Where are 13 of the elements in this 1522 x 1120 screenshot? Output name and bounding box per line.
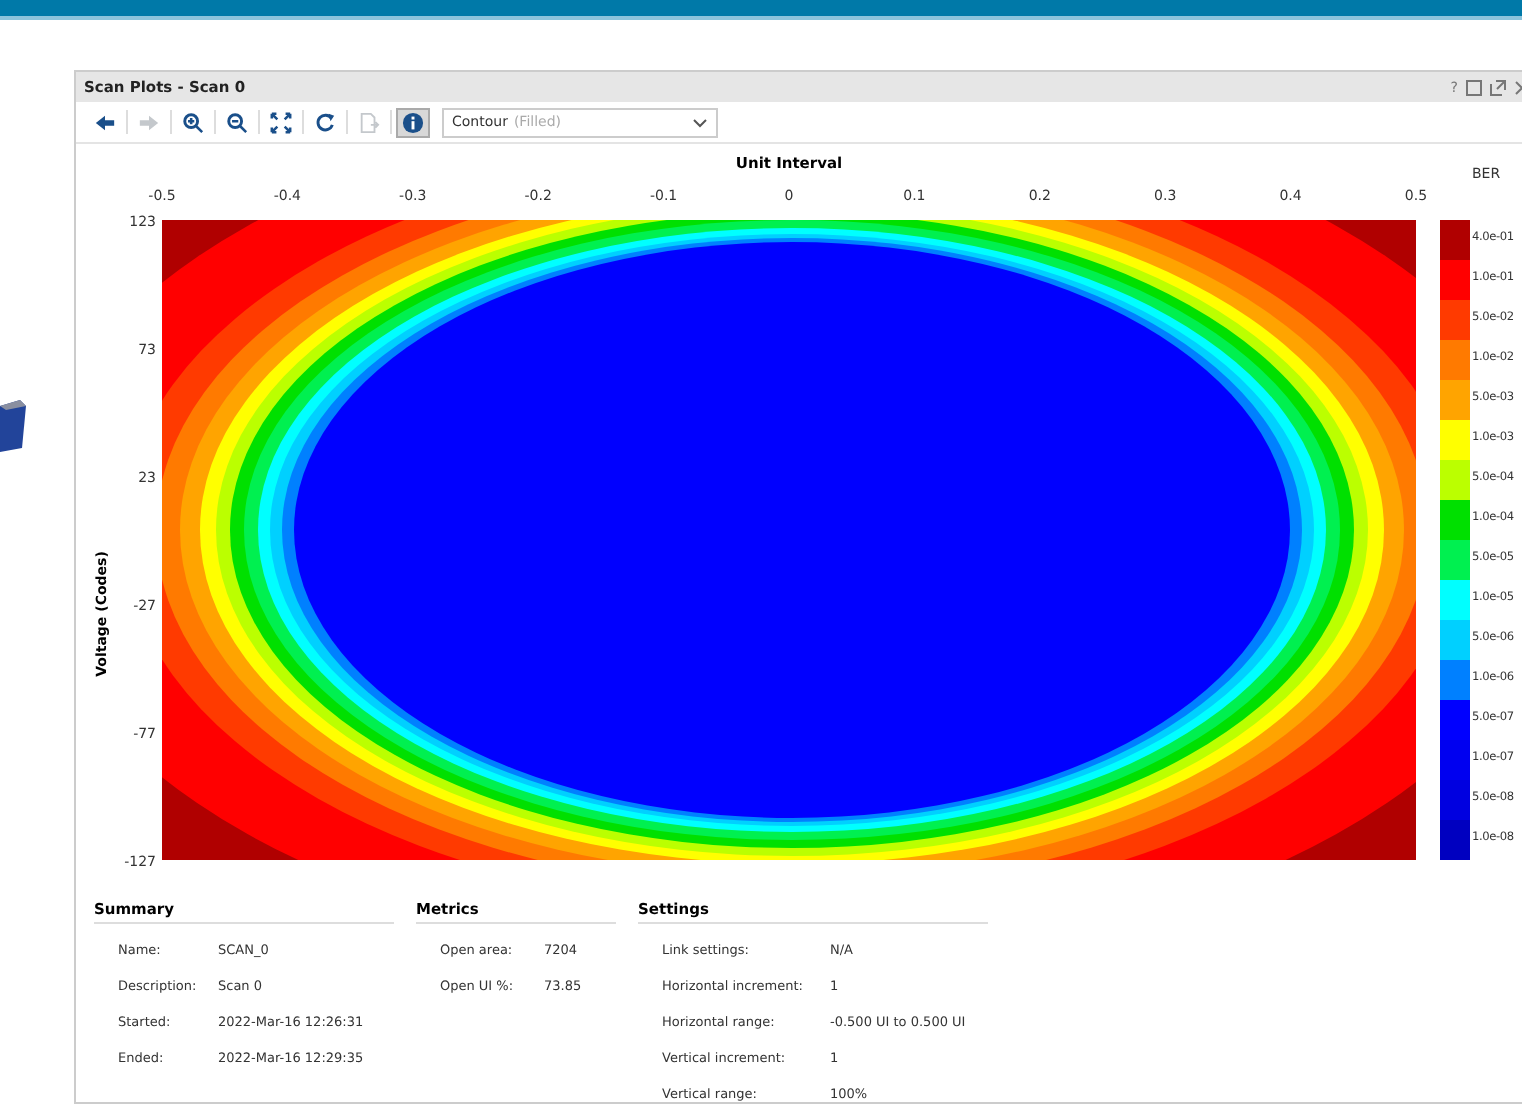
arrow-left-icon xyxy=(94,111,116,133)
box-icon xyxy=(0,400,28,452)
export-icon xyxy=(358,111,380,133)
refresh-icon xyxy=(314,111,336,133)
info-icon xyxy=(402,111,424,133)
maximize-icon[interactable] xyxy=(1490,79,1506,95)
zoom-in-icon xyxy=(182,111,204,133)
chevron-icon xyxy=(692,117,708,127)
info-button[interactable] xyxy=(396,107,430,137)
zoom-out-icon xyxy=(226,111,248,133)
arrow-right-icon xyxy=(138,111,160,133)
restore-icon[interactable] xyxy=(1466,79,1482,95)
expand-icon xyxy=(270,111,292,133)
